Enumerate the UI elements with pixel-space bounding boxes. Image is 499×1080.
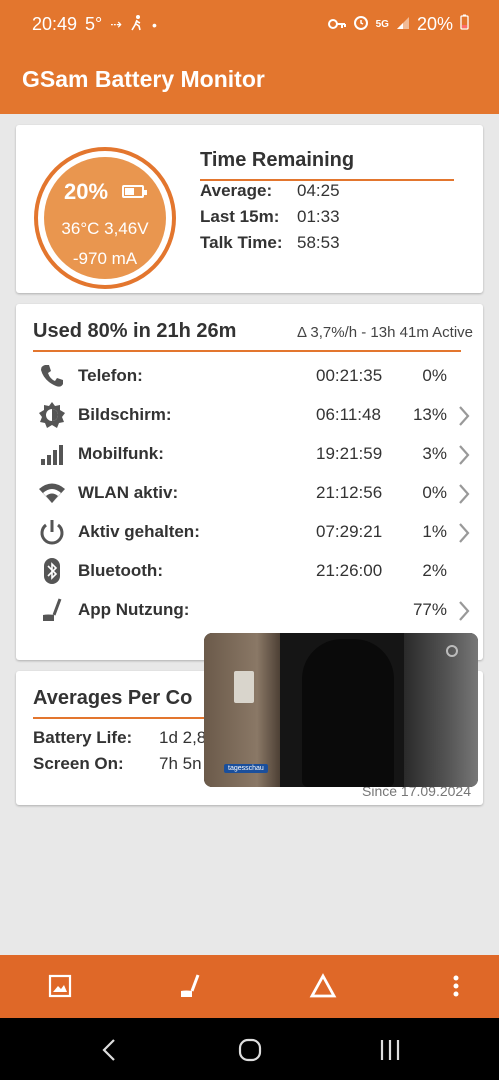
time-remaining-label: Last 15m: xyxy=(200,207,280,226)
time-remaining-card[interactable]: 20% 36°C 3,46V -970 mA Time Remaining Av… xyxy=(16,125,483,293)
usage-row-time: 19:21:59 xyxy=(316,444,383,463)
channel-logo-icon xyxy=(446,645,458,657)
time-remaining-value: 58:53 xyxy=(297,233,340,252)
data-transfer-icon: ⇢ xyxy=(110,16,122,32)
wifi-icon xyxy=(38,479,66,507)
status-battery-percent: 20% xyxy=(416,14,453,34)
time-remaining-value: 04:25 xyxy=(297,181,340,200)
usage-row-name: Bluetooth: xyxy=(78,561,163,580)
power-icon xyxy=(38,518,66,546)
status-temperature: 5° xyxy=(85,14,103,34)
usage-row-time: 21:12:56 xyxy=(316,483,383,502)
video-light-switch xyxy=(234,671,254,703)
alarm-icon xyxy=(353,14,369,35)
usage-row-telefon[interactable]: Telefon: 00:21:35 0% xyxy=(16,360,483,394)
video-door xyxy=(404,633,478,787)
averages-value: 7h 5n xyxy=(159,754,202,773)
battery-gauge[interactable]: 20% 36°C 3,46V -970 mA xyxy=(34,147,176,289)
current-draw: -970 mA xyxy=(72,249,138,268)
usage-row-percent: 0% xyxy=(422,366,447,385)
5g-icon: 5G xyxy=(375,19,389,30)
usage-title: Used 80% in 21h 26m xyxy=(33,320,237,342)
system-nav-bar xyxy=(0,1018,499,1080)
usage-row-name: Bildschirm: xyxy=(78,405,172,424)
key-icon xyxy=(327,14,346,35)
video-person xyxy=(302,639,394,787)
phone-icon xyxy=(38,362,66,390)
usage-row-name: WLAN aktiv: xyxy=(78,483,179,502)
chevron-right-icon[interactable] xyxy=(457,483,471,505)
battery-icon xyxy=(122,185,147,198)
usage-subtitle: Δ 3,7%/h - 13h 41m Active xyxy=(297,324,473,341)
app-title: GSam Battery Monitor xyxy=(22,66,265,92)
usage-row-time: 07:29:21 xyxy=(316,522,383,541)
chevron-right-icon[interactable] xyxy=(457,522,471,544)
usage-row-name: App Nutzung: xyxy=(78,600,190,619)
app-bar: GSam Battery Monitor xyxy=(0,42,499,114)
usage-row-time: 00:21:35 xyxy=(316,366,383,385)
usage-row-name: Aktiv gehalten: xyxy=(78,522,200,541)
bottom-action-bar xyxy=(0,955,499,1018)
time-remaining-value: 01:33 xyxy=(297,207,340,226)
usage-row-percent: 3% xyxy=(422,444,447,463)
averages-label: Battery Life: xyxy=(33,728,133,747)
image-icon[interactable] xyxy=(46,972,76,1002)
battery-gauge-fill: 20% 36°C 3,46V -970 mA xyxy=(44,157,166,279)
temperature-voltage: 36°C 3,46V xyxy=(61,219,149,238)
averages-label: Screen On: xyxy=(33,754,124,773)
divider xyxy=(33,350,461,352)
status-bar: 20:49 5° ⇢ • 5G 20% xyxy=(0,0,499,42)
back-icon[interactable] xyxy=(96,1036,124,1064)
usage-row-percent: 77% xyxy=(412,600,447,619)
usage-row-aktiv-gehalten[interactable]: Aktiv gehalten: 07:29:21 1% xyxy=(16,516,483,550)
usage-row-percent: 2% xyxy=(422,561,447,580)
delta-icon[interactable] xyxy=(309,972,339,1002)
time-remaining-label: Talk Time: xyxy=(200,233,283,252)
chevron-right-icon[interactable] xyxy=(457,405,471,427)
usage-row-name: Telefon: xyxy=(78,366,143,385)
bluetooth-icon xyxy=(38,557,66,585)
battery-percent: 20% xyxy=(64,179,109,204)
dot-icon: • xyxy=(152,16,157,33)
time-remaining-label: Average: xyxy=(200,181,273,200)
usage-card: Used 80% in 21h 26m Δ 3,7%/h - 13h 41m A… xyxy=(16,304,483,660)
chevron-right-icon[interactable] xyxy=(457,444,471,466)
averages-value: 1d 2,8 xyxy=(159,728,207,747)
usage-row-mobilfunk[interactable]: Mobilfunk: 19:21:59 3% xyxy=(16,438,483,472)
app-usage-icon xyxy=(38,596,66,624)
more-vert-icon[interactable] xyxy=(442,972,472,1002)
recents-icon[interactable] xyxy=(376,1036,404,1064)
walking-icon xyxy=(130,15,144,34)
usage-row-wlan[interactable]: WLAN aktiv: 21:12:56 0% xyxy=(16,477,483,511)
signal-icon xyxy=(396,14,410,35)
usage-row-app-nutzung[interactable]: App Nutzung: 77% xyxy=(16,594,483,628)
usage-row-time: 21:26:00 xyxy=(316,561,383,580)
usage-row-percent: 1% xyxy=(422,522,447,541)
picture-in-picture-video[interactable]: tagesschau xyxy=(204,633,478,787)
usage-row-bildschirm[interactable]: Bildschirm: 06:11:48 13% xyxy=(16,399,483,433)
usage-row-bluetooth[interactable]: Bluetooth: 21:26:00 2% xyxy=(16,555,483,589)
usage-row-percent: 0% xyxy=(422,483,447,502)
home-icon[interactable] xyxy=(236,1036,264,1064)
averages-title: Averages Per Co xyxy=(33,687,193,709)
signal-bars-icon xyxy=(38,440,66,468)
usage-row-percent: 13% xyxy=(412,405,447,424)
app-usage-icon[interactable] xyxy=(176,972,206,1002)
battery-icon xyxy=(460,14,469,35)
divider xyxy=(33,717,233,719)
brightness-icon xyxy=(38,401,66,429)
status-time: 20:49 xyxy=(32,14,78,34)
tagesschau-logo: tagesschau xyxy=(224,764,268,773)
time-remaining-title: Time Remaining xyxy=(200,149,355,171)
usage-row-time: 06:11:48 xyxy=(316,405,381,424)
usage-row-name: Mobilfunk: xyxy=(78,444,164,463)
chevron-right-icon[interactable] xyxy=(457,600,471,622)
